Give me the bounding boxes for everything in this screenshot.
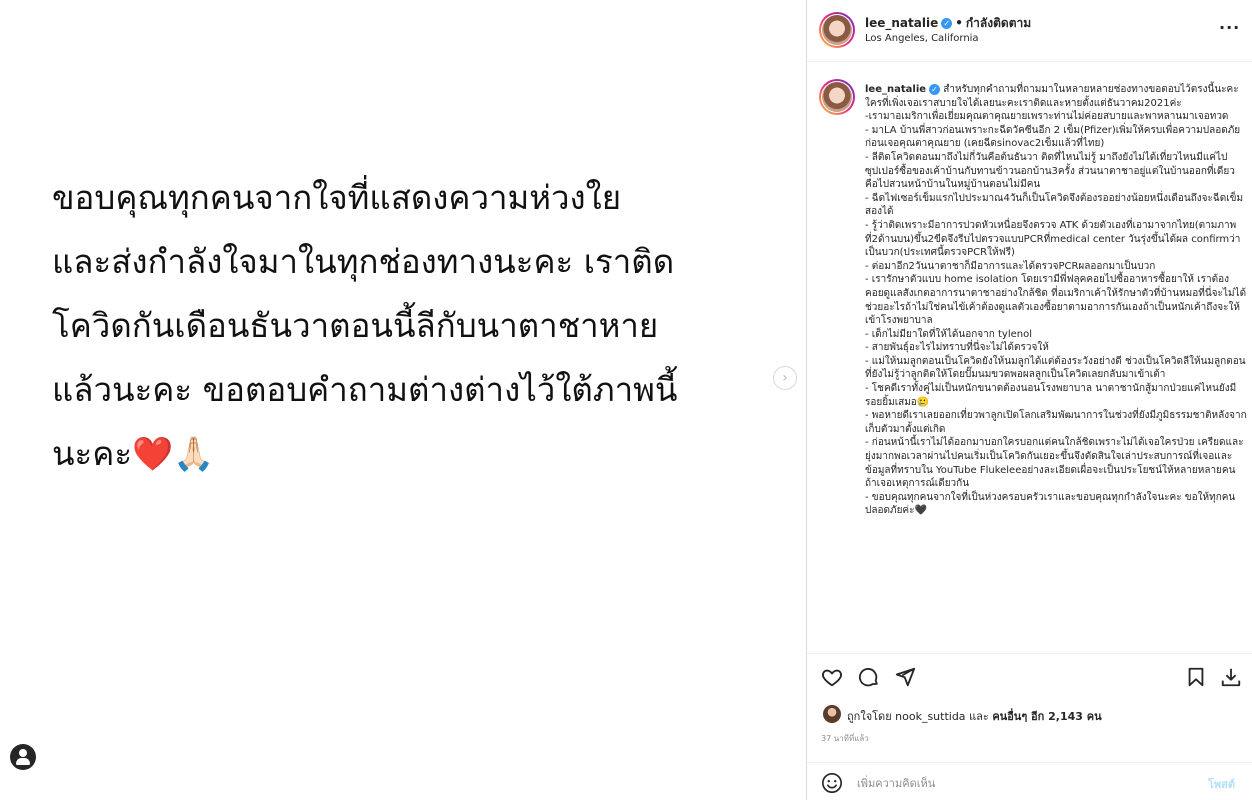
- caption-area: lee_natalie ✓ สำหรับทุกคำถามที่ถามมาในหลา…: [807, 63, 1252, 653]
- likes-others[interactable]: คนอื่นๆ อีก 2,143 คน: [992, 710, 1101, 723]
- share-button[interactable]: [894, 666, 918, 690]
- post-image[interactable]: ขอบคุณทุกคนจากใจที่แสดงความห่วงใย และส่ง…: [0, 0, 806, 800]
- caption-line: - เด็กไม่มียาใดที่ให้ได้นอกจาก tylenol: [865, 328, 1033, 340]
- liker-username[interactable]: nook_suttida: [895, 710, 965, 723]
- likes-prefix: ถูกใจโดย: [847, 710, 892, 723]
- header-user-line: lee_natalie ✓ • กำลังติดตาม: [865, 14, 1031, 33]
- heart-icon: [822, 669, 842, 687]
- caption-line: -เรามาอเมริกาเพื่อเยี่ยมคุณตาคุณยายเพราะ…: [865, 111, 1229, 123]
- tagged-user-icon[interactable]: [10, 744, 36, 770]
- caption-line: - มาLA บ้านพี่สาวก่อนเพราะกะฉีดวัคซีนอีก…: [865, 124, 1241, 150]
- post-header: lee_natalie ✓ • กำลังติดตาม Los Angeles, Ca…: [807, 0, 1252, 62]
- download-icon: [1221, 668, 1241, 687]
- like-button[interactable]: [821, 666, 845, 690]
- emoji-icon: [822, 773, 842, 793]
- author-avatar[interactable]: [819, 12, 855, 48]
- bookmark-icon: [1188, 667, 1204, 687]
- send-icon: [895, 667, 916, 687]
- action-bar: [807, 653, 1252, 703]
- post-comment-button[interactable]: โพสต์: [1208, 775, 1235, 793]
- verified-icon: ✓: [941, 18, 953, 29]
- post-panel: lee_natalie ✓ • กำลังติดตาม Los Angeles, Ca…: [806, 0, 1252, 800]
- comment-input[interactable]: [857, 773, 1187, 793]
- post-location[interactable]: Los Angeles, California: [865, 33, 979, 44]
- likes-text[interactable]: ถูกใจโดย nook_suttida และ คนอื่นๆ อีก 2,…: [847, 707, 1102, 725]
- image-text-line: โควิดกันเดือนธันวาตอนนี้ลีกับนาตาชาหาย: [52, 306, 659, 345]
- caption-author-avatar[interactable]: [819, 79, 855, 115]
- image-text: ขอบคุณทุกคนจากใจที่แสดงความห่วงใย และส่ง…: [52, 166, 782, 486]
- next-image-button[interactable]: ›: [773, 366, 797, 390]
- post-timestamp[interactable]: 37 นาทีที่แล้ว: [821, 732, 869, 745]
- caption-line: - เรารักษาตัวแบบ home isolation โดยเรามี…: [865, 274, 1247, 327]
- likes-conj: และ: [969, 710, 989, 723]
- caption-line: - แม่ให้นมลูกตอนเป็นโควิดยังให้นมลูกได้แ…: [865, 355, 1246, 381]
- caption-line: - รู้ว่าติดเพราะมีอาการปวดหัวเหนื่อยจึงต…: [865, 219, 1241, 259]
- caption-line: - พอหายดีเราเลยออกเที่ยวพาลูกเปิดโลกเสริ…: [865, 410, 1247, 435]
- image-text-line: นะคะ❤️🙏🏻: [52, 434, 215, 473]
- author-username[interactable]: lee_natalie: [865, 16, 938, 30]
- caption-line: - ลีติดโควิดตอนมาถึงไม่กี่วันคือต้นธันวา…: [865, 151, 1235, 191]
- cutoff-text: …: [10, 792, 22, 800]
- image-text-line: ขอบคุณทุกคนจากใจที่แสดงความห่วงใย: [52, 178, 622, 217]
- caption-username[interactable]: lee_natalie: [865, 84, 926, 95]
- caption-line: - ขอบคุณทุกคนจากใจที่เป็นห่วงครอบครัวเรา…: [865, 491, 1236, 517]
- caption-line: - ต่อมาอีก2วันนาตาชาก็มีอาการและได้ตรวจP…: [865, 260, 1156, 272]
- comment-bar: โพสต์: [807, 762, 1252, 800]
- image-text-line: และส่งกำลังใจมาในทุกช่องทางนะคะ เราติด: [52, 242, 675, 281]
- caption: lee_natalie ✓ สำหรับทุกคำถามที่ถามมาในหลา…: [865, 83, 1247, 518]
- following-button[interactable]: กำลังติดตาม: [966, 16, 1031, 30]
- save-button[interactable]: [1185, 666, 1209, 690]
- emoji-button[interactable]: [821, 772, 843, 794]
- likes-summary: ถูกใจโดย nook_suttida และ คนอื่นๆ อีก 2,…: [807, 702, 1252, 726]
- caption-line: - โชคดีเราทั้งคู่ไม่เป็นหนักขนาดต้องนอนโ…: [865, 383, 1237, 408]
- verified-icon: ✓: [929, 83, 941, 95]
- more-options-button[interactable]: ···: [1219, 18, 1240, 37]
- caption-line: - ก่อนหน้านี้เราไม่ได้ออกมาบอกใครบอกแต่ค…: [865, 437, 1244, 490]
- separator: •: [955, 16, 963, 30]
- download-button[interactable]: [1220, 666, 1244, 690]
- image-text-line: แล้วนะคะ ขอตอบคำถามต่างต่างไว้ใต้ภาพนี้: [52, 370, 678, 409]
- comment-button[interactable]: [858, 666, 882, 690]
- caption-line: - ฉีดไฟเซอร์เข็มแรกไปประมาณ4วันก็เป็นโคว…: [865, 192, 1244, 218]
- comment-icon: [858, 668, 878, 687]
- liker-avatar[interactable]: [823, 705, 841, 723]
- caption-line: - สายพันธุ์อะไรไม่ทราบที่นี่จะไม่ได้ตรวจ…: [865, 342, 1049, 354]
